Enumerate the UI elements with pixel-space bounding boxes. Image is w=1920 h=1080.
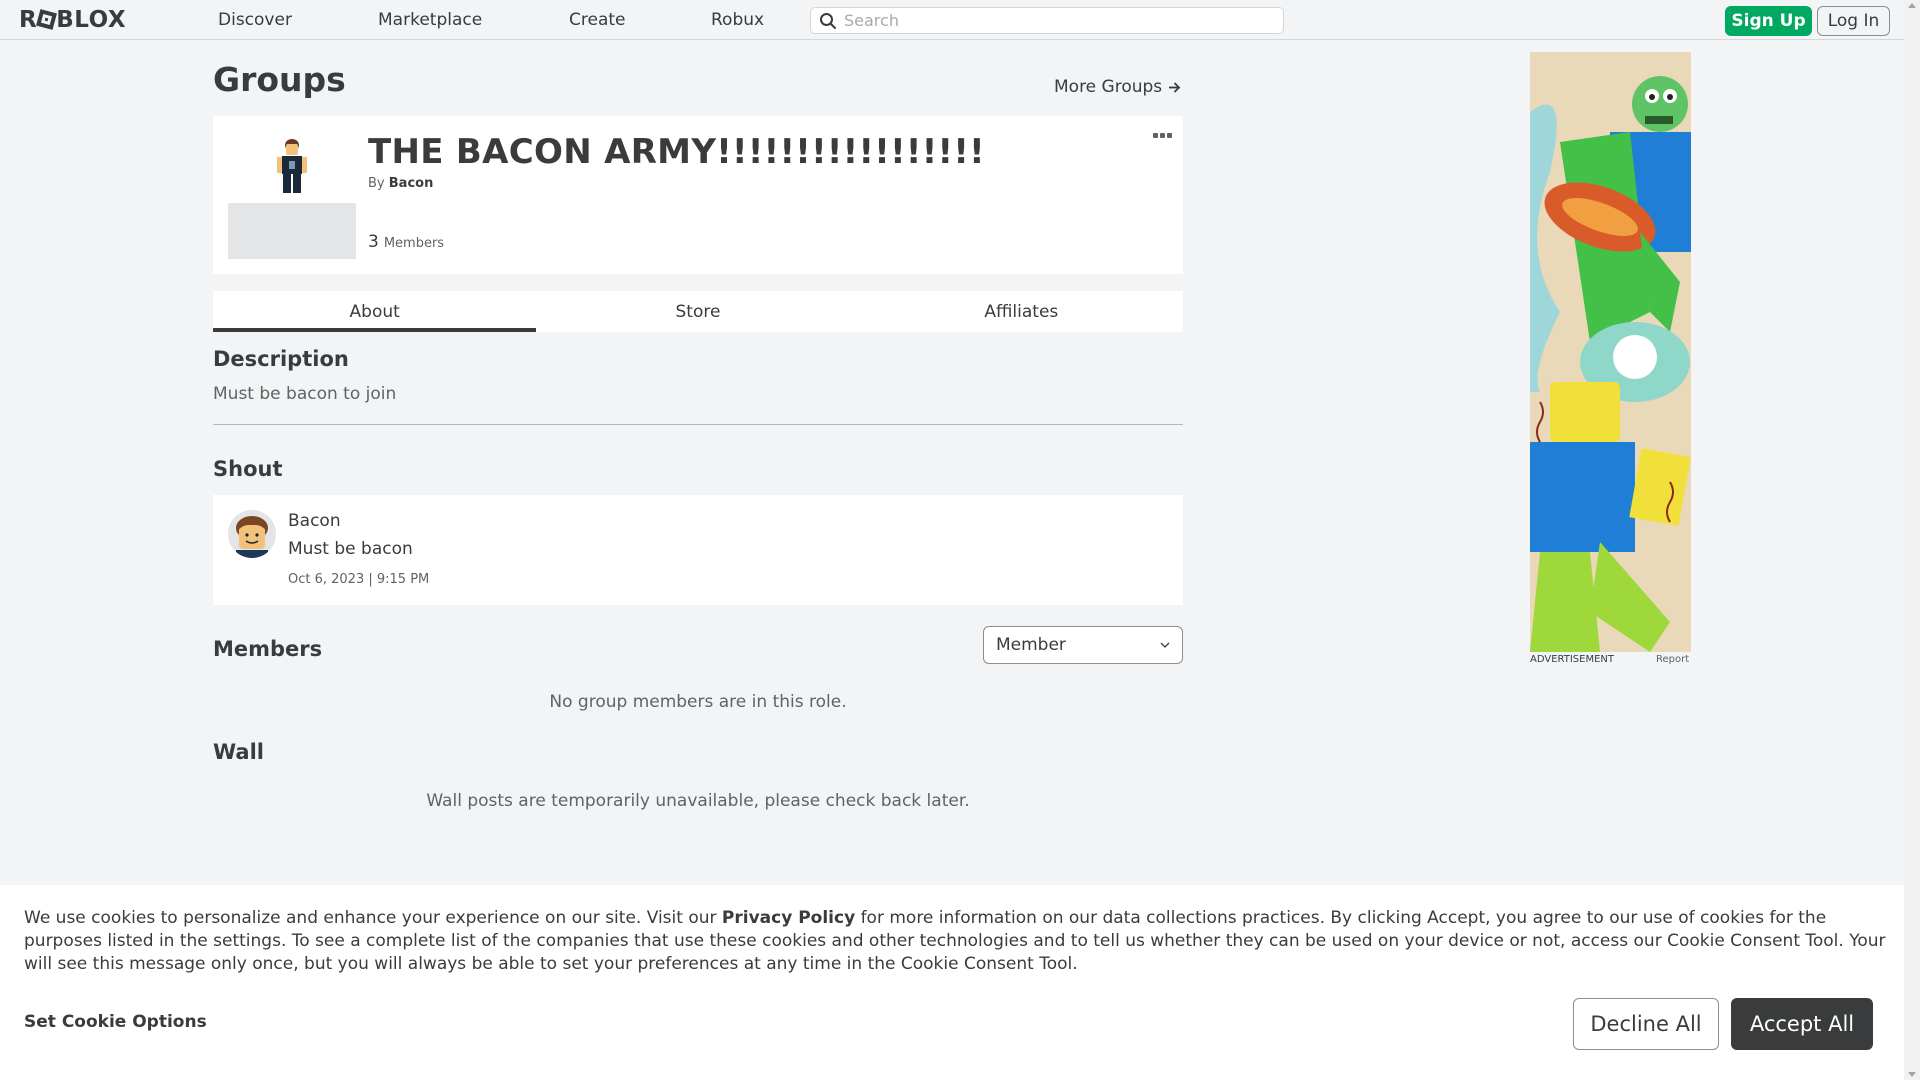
decline-all-button[interactable]: Decline All xyxy=(1573,998,1719,1050)
accept-all-button[interactable]: Accept All xyxy=(1731,998,1873,1050)
search-input[interactable] xyxy=(844,11,1283,30)
cookie-banner: We use cookies to personalize and enhanc… xyxy=(0,885,1904,1080)
login-button[interactable]: Log In xyxy=(1817,6,1890,36)
advertisement-image xyxy=(1530,52,1691,652)
roblox-logo[interactable]: R BLOX xyxy=(19,7,126,33)
group-tabs: About Store Affiliates xyxy=(213,291,1183,332)
page-scrollbar[interactable] xyxy=(1904,0,1920,1080)
group-name: THE BACON ARMY!!!!!!!!!!!!!!!!! xyxy=(368,132,985,172)
cookie-text-before: We use cookies to personalize and enhanc… xyxy=(24,908,722,928)
role-select-value: Member xyxy=(996,635,1066,655)
tab-about[interactable]: About xyxy=(213,291,537,332)
group-emblem-avatar-image xyxy=(277,139,307,193)
member-count-number: 3 xyxy=(368,232,379,252)
search-icon xyxy=(820,13,836,29)
group-owner: By Bacon xyxy=(368,176,433,191)
ad-report-link[interactable]: Report xyxy=(1656,654,1689,665)
more-groups-label: More Groups xyxy=(1054,77,1163,97)
role-select[interactable]: Member xyxy=(983,626,1183,664)
shout-author-avatar-image xyxy=(228,510,276,558)
by-label: By xyxy=(368,176,385,191)
member-count-label: Members xyxy=(383,236,445,251)
search-box[interactable] xyxy=(810,7,1284,34)
group-header-card: THE BACON ARMY!!!!!!!!!!!!!!!!! By Bacon… xyxy=(213,116,1183,274)
shout-date: Oct 6, 2023 | 9:15 PM xyxy=(288,572,430,587)
tab-store[interactable]: Store xyxy=(536,291,859,332)
advertisement-label: ADVERTISEMENT xyxy=(1530,654,1615,665)
section-divider xyxy=(213,424,1183,425)
nav-robux[interactable]: Robux xyxy=(711,10,764,30)
nav-discover[interactable]: Discover xyxy=(218,10,292,30)
description-text: Must be bacon to join xyxy=(213,384,397,404)
owner-link[interactable]: Bacon xyxy=(389,176,434,191)
set-cookie-options-link[interactable]: Set Cookie Options xyxy=(24,1012,207,1032)
shout-body: Must be bacon xyxy=(288,539,413,559)
arrow-right-icon xyxy=(1169,81,1181,93)
avatar[interactable] xyxy=(228,510,276,558)
members-heading: Members xyxy=(213,637,323,661)
wall-heading: Wall xyxy=(213,740,264,764)
chevron-down-icon xyxy=(1160,642,1170,648)
members-empty-message: No group members are in this role. xyxy=(549,692,847,712)
scroll-down-arrow-icon[interactable] xyxy=(1908,1072,1916,1077)
page-title: Groups xyxy=(213,60,346,99)
description-heading: Description xyxy=(213,347,349,371)
advertisement-banner[interactable] xyxy=(1530,52,1691,652)
group-emblem[interactable] xyxy=(228,131,356,259)
privacy-policy-link[interactable]: Privacy Policy xyxy=(722,908,855,928)
wall-message: Wall posts are temporarily unavailable, … xyxy=(426,791,970,811)
top-navbar: R BLOX Discover Marketplace Create Robux … xyxy=(0,0,1904,40)
tab-affiliates[interactable]: Affiliates xyxy=(860,291,1183,332)
shout-author[interactable]: Bacon xyxy=(288,511,341,531)
nav-create[interactable]: Create xyxy=(569,10,626,30)
more-groups-link[interactable]: More Groups xyxy=(1054,77,1181,97)
scroll-up-arrow-icon[interactable] xyxy=(1908,3,1916,8)
shout-heading: Shout xyxy=(213,457,283,481)
signup-button[interactable]: Sign Up xyxy=(1725,6,1812,36)
shout-card: Bacon Must be bacon Oct 6, 2023 | 9:15 P… xyxy=(213,495,1183,605)
group-member-count: 3 Members xyxy=(368,232,444,252)
nav-marketplace[interactable]: Marketplace xyxy=(378,10,482,30)
more-options-icon[interactable] xyxy=(1153,133,1173,141)
cookie-message: We use cookies to personalize and enhanc… xyxy=(24,907,1886,976)
